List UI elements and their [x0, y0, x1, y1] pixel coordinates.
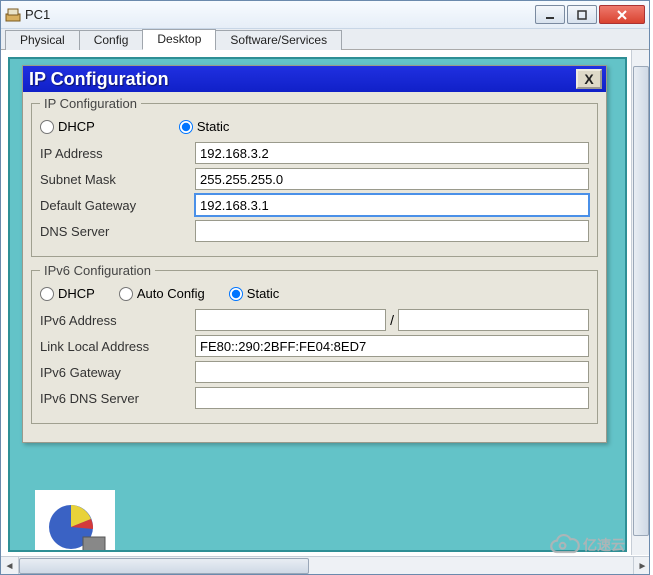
close-button[interactable]	[599, 5, 645, 24]
ipv6-gateway-label: IPv6 Gateway	[40, 365, 195, 380]
ipv6-address-input[interactable]	[195, 309, 386, 331]
ipv6-static-option[interactable]: Static	[229, 286, 280, 301]
desktop-app-icon[interactable]	[35, 490, 115, 552]
default-gateway-label: Default Gateway	[40, 198, 195, 213]
ipv4-legend: IP Configuration	[40, 96, 141, 111]
horizontal-scrollbar[interactable]: ◄ ►	[1, 556, 649, 574]
tab-software-services[interactable]: Software/Services	[215, 30, 342, 50]
ipv6-dns-label: IPv6 DNS Server	[40, 391, 195, 406]
window-title: PC1	[25, 7, 535, 22]
ipv4-fieldset: IP Configuration DHCP Static IP Address …	[31, 96, 598, 257]
ipv6-dhcp-radio[interactable]	[40, 287, 54, 301]
dns-server-label: DNS Server	[40, 224, 195, 239]
ipv6-dhcp-option[interactable]: DHCP	[40, 286, 95, 301]
ip-address-label: IP Address	[40, 146, 195, 161]
hscroll-right-arrow[interactable]: ►	[633, 557, 649, 574]
ipv6-prefix-slash: /	[390, 312, 394, 328]
tab-physical[interactable]: Physical	[5, 30, 80, 50]
ipv4-static-radio[interactable]	[179, 120, 193, 134]
link-local-input[interactable]	[195, 335, 589, 357]
desktop-background: IP Configuration X IP Configuration DHCP…	[8, 57, 627, 552]
horizontal-scroll-thumb[interactable]	[19, 558, 309, 574]
ip-configuration-dialog: IP Configuration X IP Configuration DHCP…	[22, 65, 607, 443]
ipv4-static-option[interactable]: Static	[179, 119, 230, 134]
dns-server-input[interactable]	[195, 220, 589, 242]
dialog-titlebar[interactable]: IP Configuration X	[23, 66, 606, 92]
ipv6-auto-option[interactable]: Auto Config	[119, 286, 205, 301]
subnet-mask-input[interactable]	[195, 168, 589, 190]
ipv6-legend: IPv6 Configuration	[40, 263, 155, 278]
dialog-title: IP Configuration	[27, 69, 576, 90]
app-icon	[5, 7, 21, 23]
minimize-button[interactable]	[535, 5, 565, 24]
ipv6-fieldset: IPv6 Configuration DHCP Auto Config Stat…	[31, 263, 598, 424]
ipv4-dhcp-option[interactable]: DHCP	[40, 119, 95, 134]
default-gateway-input[interactable]	[195, 194, 589, 216]
content-area: IP Configuration X IP Configuration DHCP…	[1, 50, 649, 574]
dialog-close-button[interactable]: X	[576, 69, 602, 89]
tab-config[interactable]: Config	[79, 30, 144, 50]
ipv6-gateway-input[interactable]	[195, 361, 589, 383]
tab-bar: Physical Config Desktop Software/Service…	[1, 29, 649, 50]
hscroll-left-arrow[interactable]: ◄	[1, 557, 19, 574]
ipv6-prefix-input[interactable]	[398, 309, 589, 331]
ipv6-static-radio[interactable]	[229, 287, 243, 301]
app-window: PC1 Physical Config Desktop Software/Ser…	[0, 0, 650, 575]
titlebar[interactable]: PC1	[1, 1, 649, 29]
tab-desktop[interactable]: Desktop	[142, 29, 216, 50]
vertical-scroll-thumb[interactable]	[633, 66, 649, 536]
link-local-label: Link Local Address	[40, 339, 195, 354]
ipv6-dns-input[interactable]	[195, 387, 589, 409]
ipv6-auto-radio[interactable]	[119, 287, 133, 301]
subnet-mask-label: Subnet Mask	[40, 172, 195, 187]
vertical-scrollbar[interactable]	[631, 50, 649, 555]
maximize-button[interactable]	[567, 5, 597, 24]
ip-address-input[interactable]	[195, 142, 589, 164]
ipv6-address-label: IPv6 Address	[40, 313, 195, 328]
ipv4-dhcp-radio[interactable]	[40, 120, 54, 134]
